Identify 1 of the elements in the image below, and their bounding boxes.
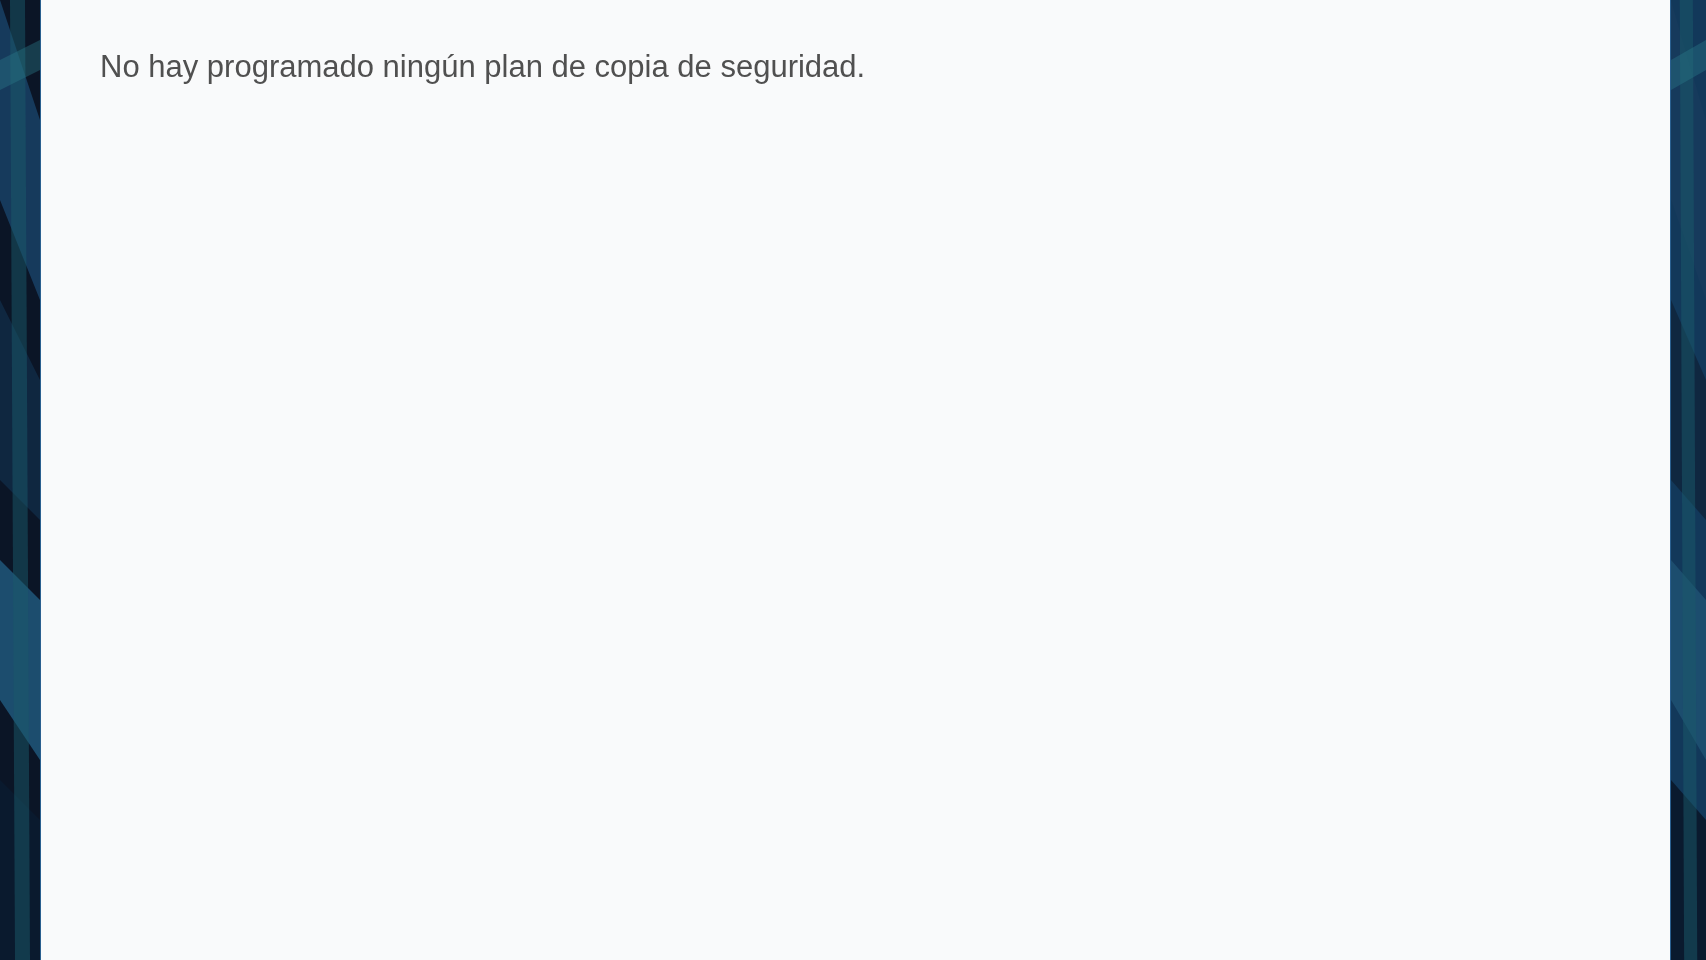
empty-message: No hay programado ningún plan de copia de seguridad. xyxy=(100,48,866,86)
